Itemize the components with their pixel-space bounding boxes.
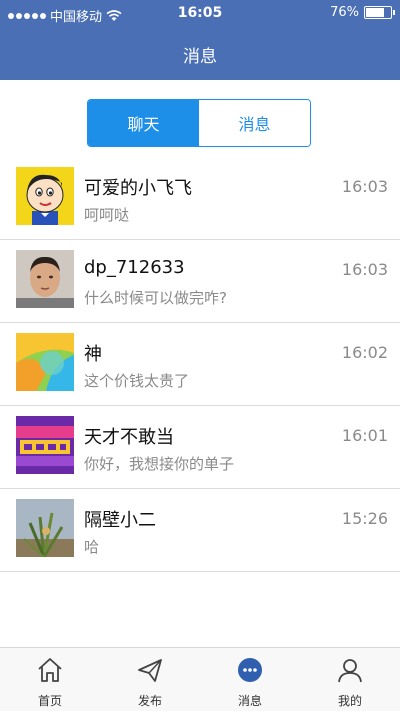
tab-mine[interactable]: 我的 (300, 648, 400, 711)
tab-messages-label: 消息 (237, 694, 262, 708)
user-icon (338, 659, 362, 683)
bottom-tab-bar: 首页 发布 消息 我的 (0, 647, 400, 711)
message-time: 16:02 (341, 343, 388, 362)
avatar (16, 416, 74, 474)
tab-publish-label: 发布 (137, 694, 162, 708)
header: 中国移动 16:05 76% 消息 (0, 0, 400, 80)
tab-mine-label: 我的 (337, 694, 362, 708)
tab-publish[interactable]: 发布 (100, 648, 200, 711)
message-time: 16:03 (341, 177, 388, 196)
message-preview: 什么时候可以做完咋? (84, 289, 227, 307)
person-photo-avatar-icon (16, 250, 74, 308)
avatar (16, 167, 74, 225)
avatar (16, 333, 74, 391)
message-preview: 呵呵哒 (84, 206, 130, 224)
contact-name: 可爱的小飞飞 (84, 178, 192, 199)
message-preview: 你好，我想接你的单子 (84, 455, 235, 473)
conversation-row[interactable]: dp_712633 什么时候可以做完咋? 16:03 (0, 240, 400, 323)
promo-banner-avatar-icon (16, 416, 74, 474)
cartoon-avatar-icon (16, 167, 74, 225)
segmented-control: 聊天 消息 (87, 99, 311, 147)
chat-bubble-icon (238, 658, 262, 682)
avatar (16, 250, 74, 308)
conversation-row[interactable]: 可爱的小飞飞 呵呵哒 16:03 (0, 157, 400, 240)
home-icon (38, 658, 62, 682)
colorful-abstract-avatar-icon (16, 333, 74, 391)
contact-name: dp_712633 (84, 257, 185, 278)
tab-home[interactable]: 首页 (0, 648, 100, 711)
message-time: 16:03 (341, 260, 388, 279)
paper-plane-icon (138, 659, 162, 682)
status-bar: 中国移动 16:05 76% (0, 0, 400, 28)
conversation-list: 可爱的小飞飞 呵呵哒 16:03 dp_712633 什么时候可以做完咋? 16… (0, 157, 400, 572)
page-title: 消息 (183, 47, 217, 67)
conversation-row[interactable]: 神 这个价钱太贵了 16:02 (0, 323, 400, 406)
conversation-row[interactable]: 天才不敢当 你好，我想接你的单子 16:01 (0, 406, 400, 489)
message-preview: 哈 (84, 538, 100, 556)
message-time: 16:01 (341, 426, 388, 445)
tab-messages[interactable]: 消息 (200, 648, 300, 711)
avatar (16, 499, 74, 557)
contact-name: 神 (84, 344, 102, 365)
segment-messages-tab[interactable]: 消息 (199, 100, 310, 146)
contact-name: 隔壁小二 (84, 510, 156, 531)
contact-name: 天才不敢当 (84, 427, 174, 448)
plant-photo-avatar-icon (16, 499, 74, 557)
conversation-row[interactable]: 隔壁小二 哈 15:26 (0, 489, 400, 572)
battery-percent: 76% (330, 5, 359, 20)
battery-group: 76% (330, 5, 395, 20)
message-time: 15:26 (341, 509, 388, 528)
battery-icon (364, 6, 395, 19)
tab-home-label: 首页 (37, 694, 62, 708)
message-preview: 这个价钱太贵了 (84, 372, 190, 390)
segment-chat-tab[interactable]: 聊天 (88, 100, 199, 146)
